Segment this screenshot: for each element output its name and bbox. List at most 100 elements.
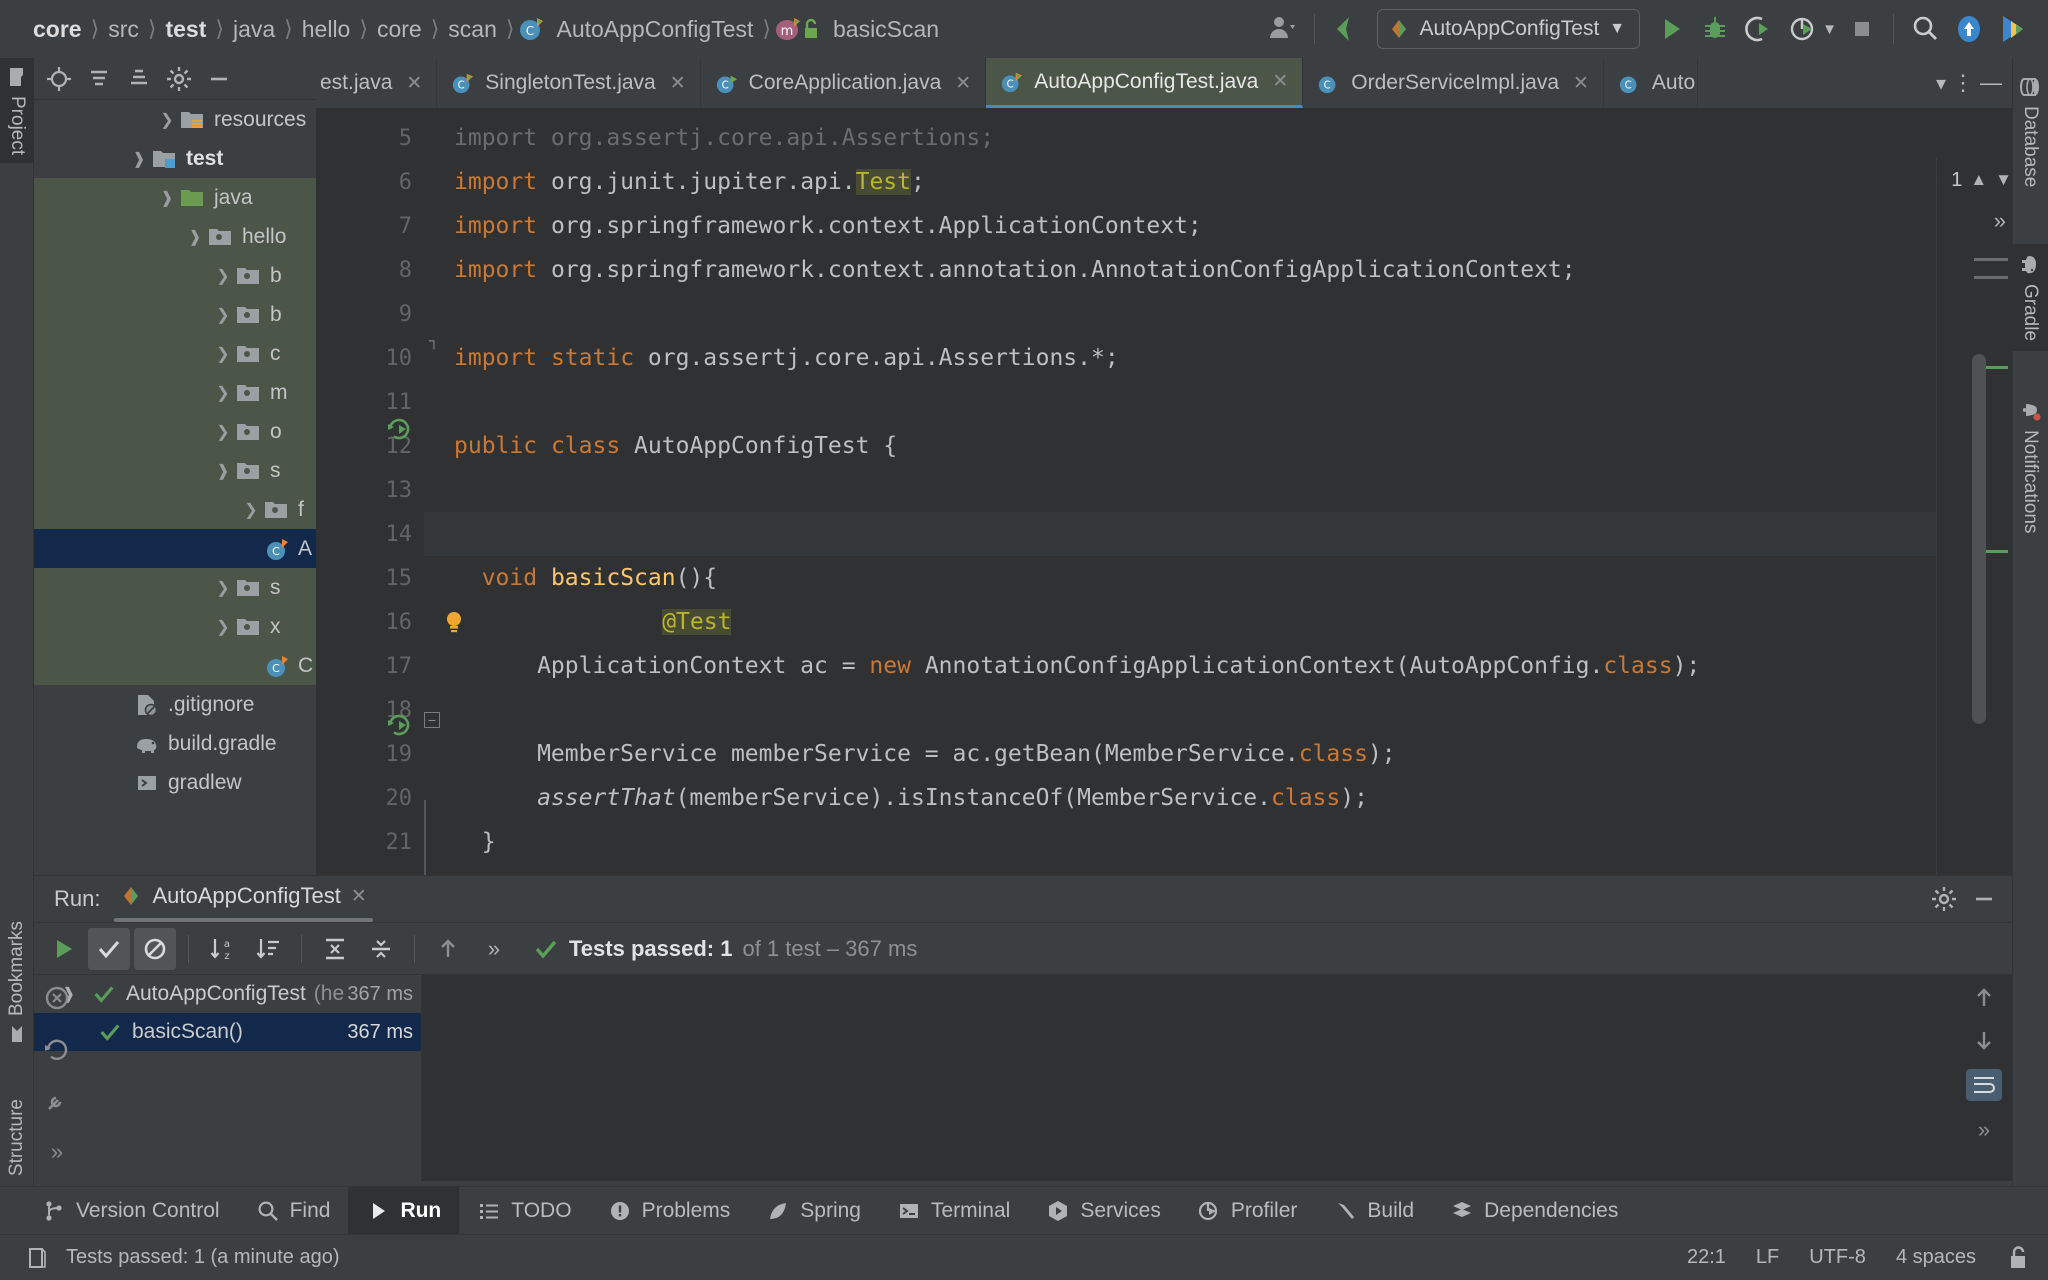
- breadcrumb-item-scan[interactable]: scan: [443, 16, 502, 43]
- editor-tab-auto[interactable]: C Auto: [1603, 58, 1699, 108]
- show-ignored-toggle[interactable]: [134, 927, 176, 970]
- editor-tab-est[interactable]: est.java ✕: [316, 58, 438, 108]
- run-button[interactable]: [1652, 10, 1690, 48]
- breadcrumb-item-java[interactable]: java: [228, 16, 280, 43]
- expand-icon[interactable]: »: [1978, 1117, 1990, 1143]
- debug-button[interactable]: [1696, 10, 1734, 48]
- tool-window-problems[interactable]: Problems: [590, 1187, 749, 1235]
- close-icon[interactable]: ✕: [955, 72, 971, 95]
- test-tree-row-method[interactable]: basicScan() 367 ms: [34, 1013, 421, 1051]
- breadcrumb-item-method[interactable]: basicScan: [828, 16, 944, 43]
- editor-tab-orderserviceimpl[interactable]: C OrderServiceImpl.java ✕: [1303, 58, 1604, 108]
- hide-panel-icon[interactable]: —: [1980, 70, 2002, 96]
- close-icon[interactable]: ✕: [670, 72, 686, 95]
- more-vertical-icon[interactable]: ⋮: [1952, 72, 1974, 94]
- tool-window-run[interactable]: Run: [348, 1186, 460, 1235]
- sidebar-item-bookmarks[interactable]: Bookmarks: [0, 913, 34, 1052]
- tool-window-version-control[interactable]: Version Control: [24, 1187, 238, 1235]
- tree-row[interactable]: ❯ m: [34, 373, 316, 412]
- tree-row[interactable]: ❱ s: [34, 451, 316, 490]
- chevron-right-icon[interactable]: ❯: [210, 578, 236, 598]
- update-project-button[interactable]: [1950, 10, 1988, 48]
- expand-all-button[interactable]: [314, 928, 356, 970]
- breadcrumb-item-core2[interactable]: core: [372, 16, 427, 43]
- settings-gear-icon[interactable]: [160, 60, 198, 98]
- expand-inspections-icon[interactable]: »: [1994, 208, 2006, 234]
- tree-row-gradlew[interactable]: gradlew: [34, 763, 316, 802]
- editor-tab-coreapplication[interactable]: C CoreApplication.java ✕: [700, 58, 987, 108]
- sidebar-item-project[interactable]: Project: [0, 58, 34, 164]
- tree-row-selected[interactable]: C A: [34, 529, 316, 568]
- hide-panel-icon[interactable]: [200, 60, 238, 98]
- search-everywhere-button[interactable]: [1906, 10, 1944, 48]
- account-icon[interactable]: [1264, 10, 1302, 48]
- sidebar-item-database[interactable]: Database: [2012, 66, 2048, 197]
- hide-panel-icon[interactable]: [1970, 885, 1998, 913]
- inspection-status[interactable]: 1 ▲ ▼: [1937, 158, 2012, 202]
- scroll-down-icon[interactable]: [1971, 1027, 1997, 1053]
- breadcrumb-item-src[interactable]: src: [103, 16, 144, 43]
- caret-position[interactable]: 22:1: [1687, 1246, 1726, 1269]
- status-message[interactable]: Tests passed: 1 (a minute ago): [66, 1246, 339, 1269]
- tool-window-services[interactable]: Services: [1028, 1187, 1179, 1235]
- chevron-down-icon[interactable]: ❱: [210, 461, 236, 481]
- intention-bulb-icon[interactable]: [440, 520, 606, 724]
- sidebar-item-notifications[interactable]: Notifications: [2012, 388, 2048, 544]
- run-configuration-selector[interactable]: AutoAppConfigTest ▼: [1376, 9, 1641, 49]
- locate-target-icon[interactable]: [40, 60, 78, 98]
- tree-row-buildgradle[interactable]: build.gradle: [34, 724, 316, 763]
- run-test-class-icon[interactable]: [386, 416, 412, 442]
- rerun-automatically-icon[interactable]: [42, 1035, 72, 1065]
- chevron-right-icon[interactable]: ❯: [154, 110, 180, 130]
- chevron-right-icon[interactable]: ❯: [238, 500, 264, 520]
- chevron-down-icon[interactable]: ❱: [182, 227, 208, 247]
- tool-window-terminal[interactable]: Terminal: [879, 1187, 1028, 1235]
- profile-dropdown-icon[interactable]: ▼: [1822, 21, 1837, 38]
- more-icon[interactable]: »: [51, 1139, 63, 1165]
- rerun-failed-icon[interactable]: [42, 983, 72, 1013]
- breadcrumb-item-class[interactable]: AutoAppConfigTest: [551, 16, 758, 43]
- code-editor[interactable]: 5 6 7 8 9 10 11 12 13 14 15 16 17 18 19 …: [316, 108, 2012, 875]
- tool-window-spring[interactable]: Spring: [748, 1187, 879, 1235]
- tree-row[interactable]: ❯ o: [34, 412, 316, 451]
- show-passed-toggle[interactable]: [88, 927, 130, 970]
- tree-row-gitignore[interactable]: .gitignore: [34, 685, 316, 724]
- test-settings-icon[interactable]: [42, 1087, 72, 1117]
- chevron-right-icon[interactable]: ❯: [210, 422, 236, 442]
- chevron-down-icon[interactable]: ▼: [1995, 170, 2012, 190]
- run-tab-autoappconfigtest[interactable]: AutoAppConfigTest ✕: [114, 883, 374, 922]
- close-icon[interactable]: ✕: [406, 72, 422, 95]
- fold-marker-icon[interactable]: ┐: [424, 330, 444, 350]
- tree-row[interactable]: ❱ hello: [34, 217, 316, 256]
- run-with-coverage-button[interactable]: [1740, 10, 1778, 48]
- sort-alphabetically-button[interactable]: az: [201, 928, 243, 970]
- run-test-method-icon[interactable]: [386, 712, 412, 738]
- line-separator[interactable]: LF: [1756, 1246, 1779, 1269]
- editor-gutter[interactable]: 5 6 7 8 9 10 11 12 13 14 15 16 17 18 19 …: [316, 108, 424, 875]
- editor-scrollbar-thumb[interactable]: [1972, 354, 1986, 724]
- tree-row[interactable]: ❯ x: [34, 607, 316, 646]
- chevron-right-icon[interactable]: ❯: [210, 383, 236, 403]
- stop-button[interactable]: [1843, 10, 1881, 48]
- chevron-down-icon[interactable]: ❱: [154, 188, 180, 208]
- chevron-down-icon[interactable]: ❱: [126, 149, 152, 169]
- fold-marker-icon[interactable]: −: [424, 712, 440, 728]
- tree-row[interactable]: ❯ s: [34, 568, 316, 607]
- soft-wrap-icon[interactable]: [1966, 1069, 2002, 1101]
- editor-marker[interactable]: [1974, 258, 2008, 261]
- tool-window-todo[interactable]: TODO: [459, 1187, 589, 1235]
- unlocked-icon[interactable]: [2006, 1245, 2030, 1271]
- editor-marker[interactable]: [1974, 276, 2008, 279]
- tree-row[interactable]: ❱ java: [34, 178, 316, 217]
- sidebar-item-gradle[interactable]: Gradle: [2012, 244, 2048, 352]
- breadcrumb-item-hello[interactable]: hello: [297, 16, 356, 43]
- chevron-right-icon[interactable]: ❯: [210, 344, 236, 364]
- test-console-output[interactable]: »: [422, 975, 2012, 1181]
- close-icon[interactable]: ✕: [351, 885, 367, 908]
- editor-tab-autoappconfigtest[interactable]: C AutoAppConfigTest.java ✕: [986, 58, 1304, 108]
- expand-all-icon[interactable]: [80, 60, 118, 98]
- tree-row[interactable]: ❯ b: [34, 256, 316, 295]
- tool-window-build[interactable]: Build: [1315, 1187, 1432, 1235]
- indent-setting[interactable]: 4 spaces: [1896, 1246, 1976, 1269]
- editor-tab-singletontest[interactable]: C SingletonTest.java ✕: [437, 58, 701, 108]
